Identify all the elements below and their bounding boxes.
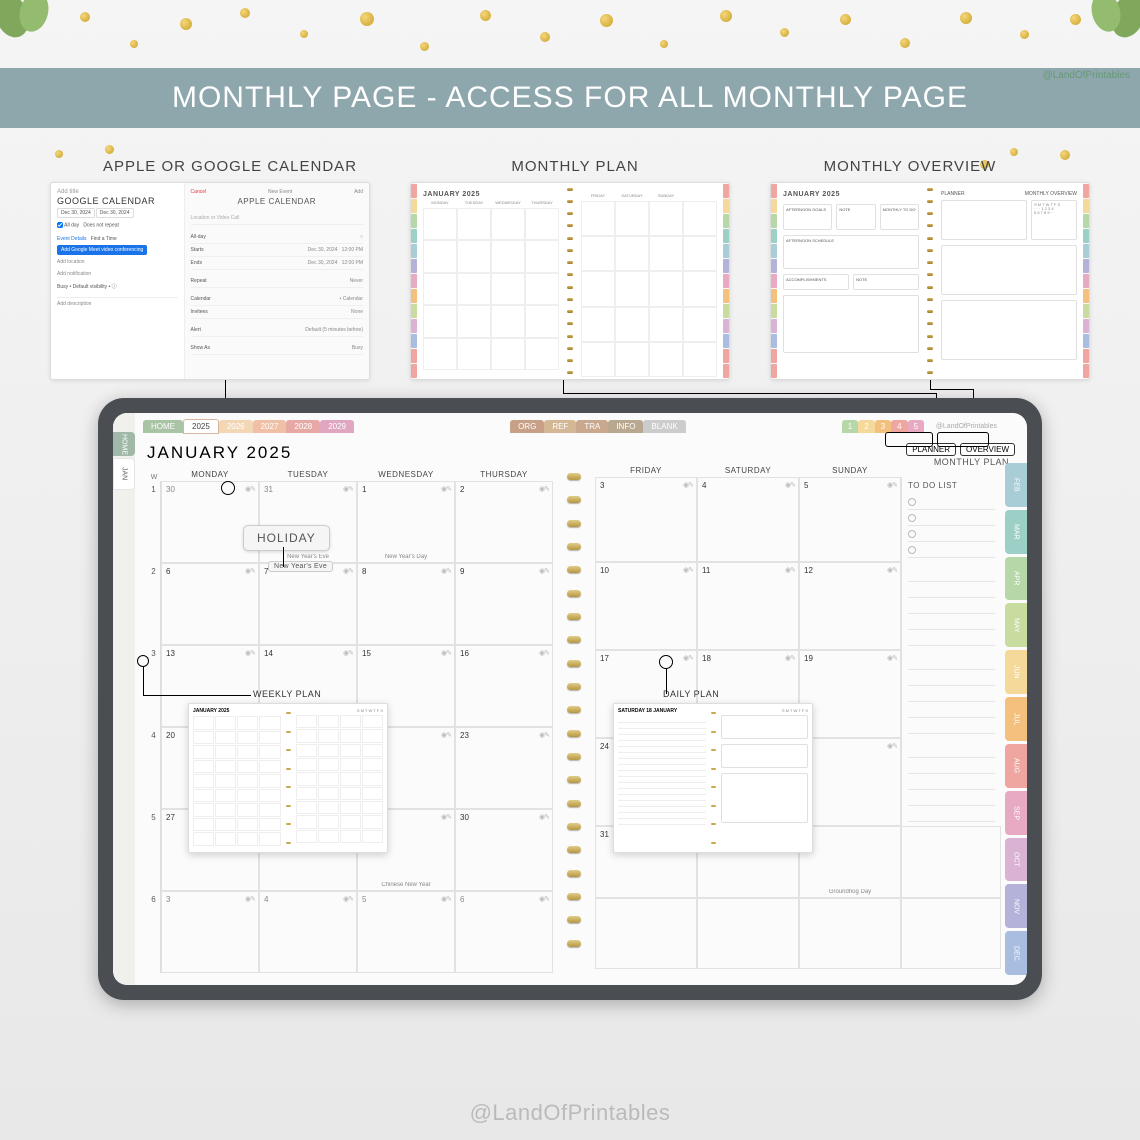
month-title: JANUARY 2025 — [147, 443, 553, 463]
tab-jun[interactable]: JUN — [1005, 650, 1027, 694]
thumb-calendar: Add title GOOGLE CALENDAR Dec 30, 2024De… — [50, 182, 370, 380]
tab-jul[interactable]: JUL — [1005, 697, 1027, 741]
tab-week-1[interactable]: 1 — [842, 420, 858, 433]
tab-aug[interactable]: AUG — [1005, 744, 1027, 788]
mark-cal-link — [221, 481, 235, 495]
tab-apr[interactable]: APR — [1005, 557, 1027, 601]
week-3[interactable]: 3 — [147, 645, 161, 727]
mini-weekly-plan: JANUARY 2025 S M T W T F S — [188, 703, 388, 853]
section-labels: APPLE OR GOOGLE CALENDAR MONTHLY PLAN MO… — [0, 158, 1140, 175]
tab-may[interactable]: MAY — [1005, 603, 1027, 647]
day-cell[interactable]: 1◉✎New Year's Day — [357, 481, 455, 563]
label-daily: DAILY PLAN — [663, 689, 719, 699]
callout-holiday: HOLIDAY — [243, 525, 330, 551]
day-cell[interactable]: 11◉✎ — [697, 562, 799, 650]
day-cell[interactable]: 9◉✎ — [455, 563, 553, 645]
todo-section[interactable]: TO DO LIST — [901, 477, 1001, 562]
day-cell[interactable]: 5◉✎ — [799, 477, 901, 562]
mark-week — [137, 655, 149, 667]
tab-nov[interactable]: NOV — [1005, 884, 1027, 928]
tab-ref[interactable]: REF — [544, 420, 576, 433]
day-cell[interactable]: 3◉✎ — [161, 891, 259, 973]
day-cell[interactable]: 2◉✎ — [455, 481, 553, 563]
watermark: @LandOfPrintables — [0, 1100, 1140, 1126]
tab-week-5[interactable]: 5 — [908, 420, 924, 433]
day-cell[interactable]: 16◉✎ — [455, 645, 553, 727]
tab-2027[interactable]: 2027 — [253, 420, 287, 433]
week-6[interactable]: 6 — [147, 891, 161, 973]
tab-week-4[interactable]: 4 — [891, 420, 907, 433]
day-cell[interactable]: 6◉✎ — [455, 891, 553, 973]
tab-feb[interactable]: FEB — [1005, 463, 1027, 507]
todo-section[interactable] — [901, 738, 1001, 826]
top-tabs: HOME20252026202720282029 ORGREFTRAINFOBL… — [143, 417, 997, 435]
tab-tra[interactable]: TRA — [576, 420, 608, 433]
week-5[interactable]: 5 — [147, 809, 161, 891]
tab-jan[interactable]: JAN — [113, 458, 135, 490]
tab-sep[interactable]: SEP — [1005, 791, 1027, 835]
todo-section[interactable] — [901, 650, 1001, 738]
monthly-plan-label: MONTHLY PLAN — [934, 457, 1009, 467]
day-cell[interactable]: 5◉✎ — [357, 891, 455, 973]
day-cell[interactable]: 6◉✎ — [161, 563, 259, 645]
ipad-frame: HOME20252026202720282029 ORGREFTRAINFOBL… — [98, 398, 1042, 1000]
week-1[interactable]: 1 — [147, 481, 161, 563]
tab-2025[interactable]: 2025 — [183, 419, 219, 434]
week-4[interactable]: 4 — [147, 727, 161, 809]
tab-blank[interactable]: BLANK — [643, 420, 685, 433]
day-cell[interactable]: 19◉✎ — [799, 650, 901, 738]
mini-daily-plan: SATURDAY 18 JANUARY S M T W T F S — [613, 703, 813, 853]
tab-2028[interactable]: 2028 — [286, 420, 320, 433]
day-cell[interactable]: 26◉✎ — [799, 738, 901, 826]
notes-section[interactable] — [901, 898, 1001, 970]
day-cell[interactable]: 8◉✎ — [357, 563, 455, 645]
mark-planner — [885, 432, 933, 447]
banner-title: MONTHLY PAGE - ACCESS FOR ALL MONTHLY PA… — [0, 68, 1140, 128]
day-cell[interactable] — [595, 898, 697, 970]
tab-2026[interactable]: 2026 — [219, 420, 253, 433]
tab-2029[interactable]: 2029 — [320, 420, 354, 433]
day-cell[interactable]: 23◉✎ — [455, 727, 553, 809]
tab-org[interactable]: ORG — [510, 420, 544, 433]
callout-nye: New Year's Eve — [268, 561, 333, 572]
day-cell[interactable] — [697, 898, 799, 970]
notes-section[interactable] — [901, 826, 1001, 898]
label-weekly: WEEKLY PLAN — [253, 689, 321, 699]
planner-screen: HOME20252026202720282029 ORGREFTRAINFOBL… — [113, 413, 1027, 985]
day-cell[interactable]: 4◉✎ — [697, 477, 799, 562]
day-cell[interactable]: 4◉✎ — [259, 891, 357, 973]
todo-section[interactable] — [901, 562, 1001, 650]
tab-info[interactable]: INFO — [608, 420, 643, 433]
tab-home[interactable]: HOME — [143, 420, 183, 433]
day-cell[interactable]: Groundhog Day — [799, 826, 901, 898]
week-2[interactable]: 2 — [147, 563, 161, 645]
day-cell[interactable]: 30◉✎ — [161, 481, 259, 563]
tab-dec[interactable]: DEC — [1005, 931, 1027, 975]
mark-day — [659, 655, 673, 669]
thumb-monthly-overview: JANUARY 2025 AFTERNOON GOALSNOTEMONTHLY … — [770, 182, 1090, 380]
tab-week-2[interactable]: 2 — [858, 420, 874, 433]
day-cell[interactable] — [799, 898, 901, 970]
tab-oct[interactable]: OCT — [1005, 838, 1027, 882]
tab-week-3[interactable]: 3 — [875, 420, 891, 433]
handle-top: @LandOfPrintables — [1043, 70, 1130, 81]
day-cell[interactable]: 3◉✎ — [595, 477, 697, 562]
tab-mar[interactable]: MAR — [1005, 510, 1027, 554]
mark-overview — [937, 432, 989, 447]
day-cell[interactable]: 10◉✎ — [595, 562, 697, 650]
day-cell[interactable]: 12◉✎ — [799, 562, 901, 650]
tab-home[interactable]: HOME — [113, 432, 135, 456]
day-cell[interactable]: 30◉✎ — [455, 809, 553, 891]
thumb-monthly-plan: JANUARY 2025 MONDAYTUESDAYWEDNESDAYTHURS… — [410, 182, 730, 380]
day-cell[interactable]: 7◉✎ — [259, 563, 357, 645]
